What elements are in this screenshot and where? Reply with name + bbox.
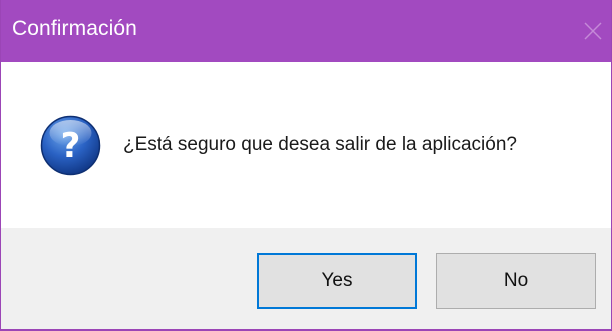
- confirmation-message: ¿Está seguro que desea salir de la aplic…: [123, 134, 517, 155]
- button-bar: Yes No: [1, 228, 611, 331]
- confirmation-dialog: Confirmación ? ¿Está seguro que desea sa…: [0, 0, 612, 331]
- title-bar[interactable]: Confirmación: [1, 0, 611, 62]
- svg-text:?: ?: [61, 126, 81, 166]
- close-button[interactable]: [567, 0, 611, 62]
- close-icon: [584, 22, 602, 40]
- question-icon: ?: [40, 115, 101, 176]
- yes-button[interactable]: Yes: [257, 253, 417, 309]
- window-title: Confirmación: [12, 17, 137, 40]
- no-button[interactable]: No: [436, 253, 596, 309]
- dialog-content: ? ¿Está seguro que desea salir de la apl…: [1, 62, 611, 228]
